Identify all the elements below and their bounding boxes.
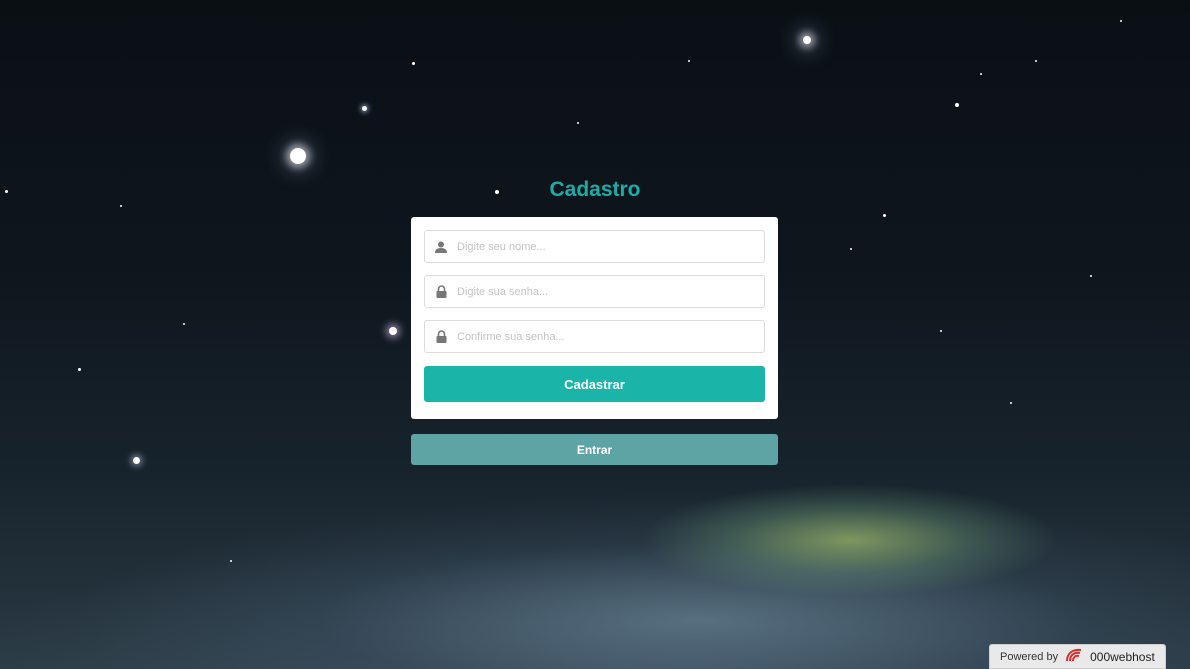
register-button[interactable]: Cadastrar	[424, 366, 765, 402]
password-input[interactable]	[457, 276, 764, 307]
login-button[interactable]: Entrar	[411, 434, 778, 465]
powered-by-label: Powered by	[1000, 650, 1059, 663]
signup-form: Cadastrar	[411, 217, 778, 419]
user-icon	[425, 231, 457, 262]
confirm-password-input[interactable]	[457, 321, 764, 352]
brand-name: 000webhost	[1090, 649, 1155, 664]
password-field[interactable]	[424, 275, 765, 308]
webhost-logo-icon	[1064, 647, 1084, 666]
lock-icon	[425, 276, 457, 307]
name-field[interactable]	[424, 230, 765, 263]
confirm-password-field[interactable]	[424, 320, 765, 353]
page-title: Cadastro	[549, 178, 641, 201]
powered-by-badge[interactable]: Powered by 000webhost	[989, 644, 1166, 669]
name-input[interactable]	[457, 231, 764, 262]
lock-icon	[425, 321, 457, 352]
